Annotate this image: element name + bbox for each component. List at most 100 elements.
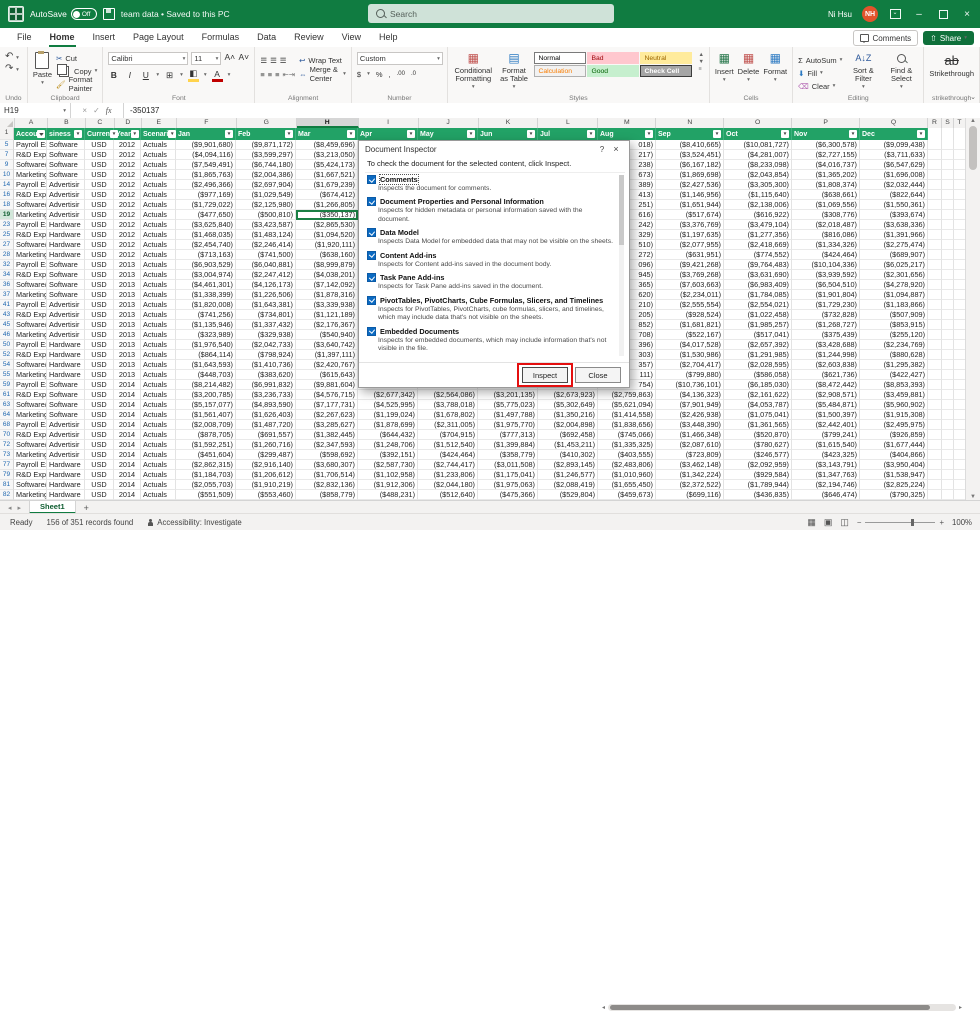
cell[interactable]: USD bbox=[85, 300, 114, 310]
cell[interactable]: ($3,625,840) bbox=[176, 220, 236, 230]
cell[interactable] bbox=[928, 430, 942, 440]
filter-dropdown-icon[interactable]: ▾ bbox=[225, 130, 233, 138]
cell[interactable]: Actuals bbox=[141, 180, 176, 190]
cell[interactable] bbox=[942, 430, 954, 440]
cell[interactable]: ($2,832,136) bbox=[296, 480, 358, 490]
cell[interactable]: ($1,667,521) bbox=[296, 170, 358, 180]
cell[interactable]: ($2,018,487) bbox=[792, 220, 860, 230]
row-header-27[interactable]: 27 bbox=[0, 240, 14, 250]
cell[interactable]: ($1,706,514) bbox=[296, 470, 358, 480]
cell[interactable]: ($2,555,554) bbox=[656, 300, 724, 310]
bold-button[interactable]: B bbox=[108, 70, 119, 80]
cell[interactable] bbox=[928, 290, 942, 300]
collapse-ribbon-icon[interactable]: ⌄ bbox=[970, 93, 976, 101]
cell[interactable]: ($2,426,938) bbox=[656, 410, 724, 420]
cell[interactable]: ($1,184,703) bbox=[176, 470, 236, 480]
cell[interactable]: 2014 bbox=[114, 400, 141, 410]
filter-header-curren[interactable]: Curren ▾ bbox=[85, 128, 118, 140]
cell[interactable]: ($1,643,381) bbox=[236, 300, 296, 310]
scroll-left-icon[interactable]: ◂ bbox=[602, 1004, 605, 1011]
checkbox-checked-icon[interactable] bbox=[367, 295, 376, 305]
cell[interactable]: ($5,621,094) bbox=[598, 400, 656, 410]
cell[interactable]: 2014 bbox=[114, 380, 141, 390]
cell[interactable] bbox=[928, 200, 942, 210]
cell[interactable] bbox=[942, 240, 954, 250]
cell[interactable]: ($7,142,092) bbox=[296, 280, 358, 290]
cell[interactable]: ($644,432) bbox=[358, 430, 418, 440]
filter-header-scenari[interactable]: Scenari ▾ bbox=[141, 128, 177, 140]
cell[interactable] bbox=[928, 460, 942, 470]
cell[interactable]: Marketing bbox=[14, 210, 47, 220]
cell[interactable]: ($2,004,386) bbox=[236, 170, 296, 180]
cell[interactable]: Payroll Ex bbox=[14, 460, 47, 470]
avatar[interactable]: NH bbox=[862, 6, 878, 22]
cell[interactable] bbox=[928, 380, 942, 390]
tab-insert[interactable]: Insert bbox=[84, 28, 125, 47]
cell[interactable] bbox=[942, 220, 954, 230]
cell[interactable]: ($3,788,018) bbox=[418, 400, 478, 410]
cell[interactable]: Hardware bbox=[47, 490, 85, 500]
column-header-B[interactable]: B bbox=[48, 118, 86, 128]
cell[interactable] bbox=[942, 400, 954, 410]
cell[interactable] bbox=[942, 250, 954, 260]
cell[interactable]: ($6,983,409) bbox=[724, 280, 792, 290]
cell[interactable]: ($5,302,649) bbox=[538, 400, 598, 410]
autosave-toggle[interactable]: AutoSave Off bbox=[30, 8, 97, 20]
cell[interactable]: ($1,342,224) bbox=[656, 470, 724, 480]
zoom-slider[interactable]: − + bbox=[857, 518, 944, 527]
column-header-A[interactable]: A bbox=[15, 118, 48, 128]
cell[interactable]: Marketing bbox=[14, 330, 47, 340]
cell[interactable]: ($1,483,124) bbox=[236, 230, 296, 240]
cell[interactable] bbox=[942, 360, 954, 370]
cell[interactable]: 2014 bbox=[114, 410, 141, 420]
row-header-64[interactable]: 64 bbox=[0, 410, 14, 420]
cell[interactable] bbox=[928, 490, 942, 500]
filter-header-siness[interactable]: siness ▾ bbox=[47, 128, 85, 140]
gallery-scroll-buttons[interactable]: ▲ ▼ ≡ bbox=[698, 52, 703, 72]
cell[interactable]: ($1,975,063) bbox=[478, 480, 538, 490]
cell[interactable]: R&D Expe bbox=[14, 190, 47, 200]
cell[interactable]: Advertisir bbox=[47, 440, 85, 450]
cell[interactable]: ($1,399,884) bbox=[478, 440, 538, 450]
cell[interactable]: Marketing bbox=[14, 290, 47, 300]
cell[interactable]: ($1,915,308) bbox=[860, 410, 928, 420]
option-row[interactable]: PivotTables, PivotCharts, Cube Formulas,… bbox=[367, 295, 615, 305]
font-name-select[interactable]: Calibri ▾ bbox=[108, 52, 189, 65]
cell[interactable]: ($2,825,224) bbox=[860, 480, 928, 490]
cell-style-calculation[interactable]: Calculation bbox=[534, 65, 587, 77]
cell[interactable]: ($2,301,656) bbox=[860, 270, 928, 280]
cell[interactable]: ($7,549,491) bbox=[176, 160, 236, 170]
cell[interactable]: Software bbox=[47, 280, 85, 290]
cancel-entry-icon[interactable]: × bbox=[82, 106, 87, 115]
save-icon[interactable] bbox=[102, 8, 115, 20]
cell[interactable] bbox=[942, 270, 954, 280]
cell[interactable]: 2014 bbox=[114, 450, 141, 460]
cell[interactable]: Actuals bbox=[141, 190, 176, 200]
cell[interactable]: ($1,350,216) bbox=[538, 410, 598, 420]
cell[interactable]: Payroll Ex bbox=[14, 380, 47, 390]
cell[interactable]: ($1,268,727) bbox=[792, 320, 860, 330]
cell[interactable]: Actuals bbox=[141, 300, 176, 310]
cell[interactable]: ($3,640,742) bbox=[296, 340, 358, 350]
cell[interactable] bbox=[928, 400, 942, 410]
cell[interactable]: ($1,615,540) bbox=[792, 440, 860, 450]
cell[interactable]: ($2,042,733) bbox=[236, 340, 296, 350]
cell[interactable]: ($507,909) bbox=[860, 310, 928, 320]
cell[interactable] bbox=[928, 330, 942, 340]
cell[interactable]: ($689,907) bbox=[860, 250, 928, 260]
cell[interactable]: Actuals bbox=[141, 160, 176, 170]
cell[interactable]: Actuals bbox=[141, 450, 176, 460]
cell[interactable]: ($3,201,135) bbox=[478, 390, 538, 400]
cell[interactable]: ($1,466,348) bbox=[656, 430, 724, 440]
row-header-43[interactable]: 43 bbox=[0, 310, 14, 320]
decrease-decimal-button[interactable]: .0 bbox=[411, 71, 416, 77]
cell[interactable]: ($598,692) bbox=[296, 450, 358, 460]
filter-header-aug[interactable]: Aug ▾ bbox=[598, 128, 656, 140]
cell[interactable] bbox=[942, 330, 954, 340]
filter-header-jul[interactable]: Jul ▾ bbox=[538, 128, 598, 140]
cell[interactable]: ($926,859) bbox=[860, 430, 928, 440]
cell[interactable]: ($1,291,985) bbox=[724, 350, 792, 360]
format-cells-button[interactable]: ▦ Format ▾ bbox=[763, 50, 787, 83]
cell[interactable]: Actuals bbox=[141, 280, 176, 290]
cell[interactable]: ($10,736,101) bbox=[656, 380, 724, 390]
